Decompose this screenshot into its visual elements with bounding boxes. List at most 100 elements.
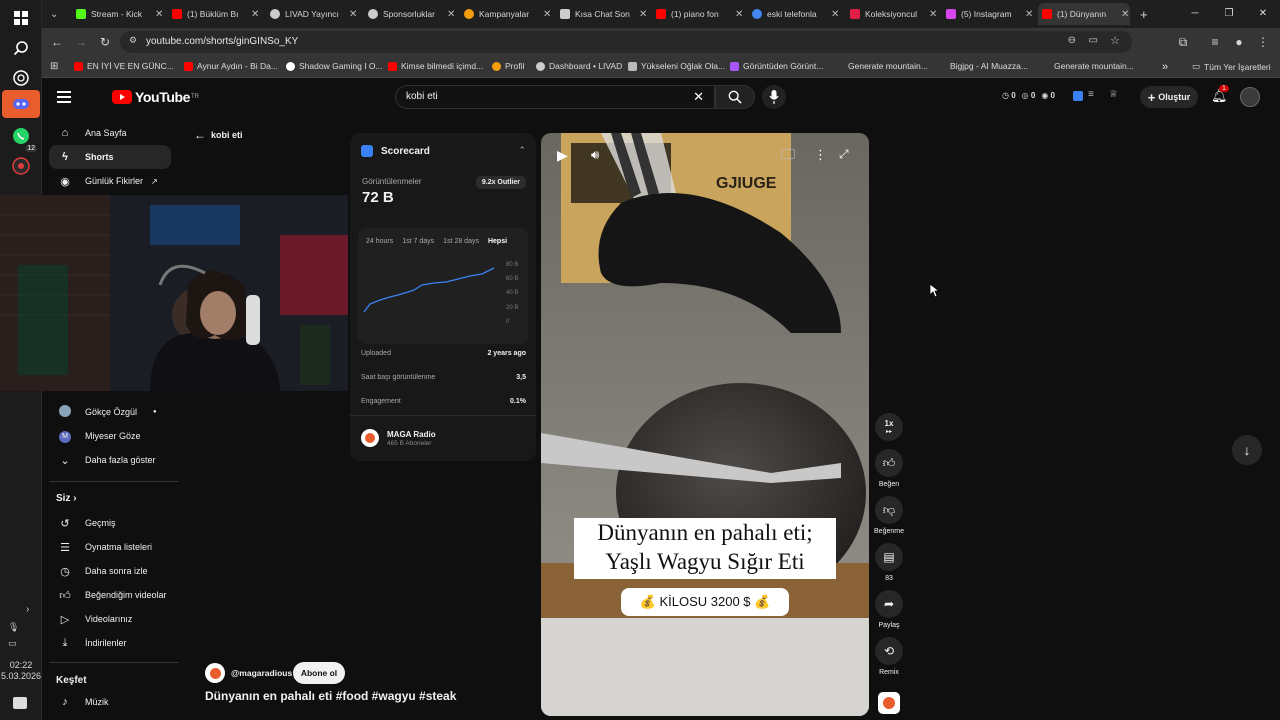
close-icon[interactable]: ✕ [447, 9, 455, 20]
filter-icon[interactable]: ≡ [1088, 89, 1094, 100]
sidebar-item-shorts[interactable]: ϟ Shorts [49, 145, 171, 169]
bookmark-item[interactable]: Yükseleni Oğlak Ola... [628, 61, 725, 71]
chrome-menu-icon[interactable]: ⋮ [1254, 33, 1272, 51]
range-28d[interactable]: 1st 28 days [443, 238, 479, 245]
voice-search-button[interactable] [762, 85, 786, 109]
video-title[interactable]: Dünyanın en pahalı eti #food #wagyu #ste… [205, 689, 456, 703]
close-icon[interactable]: ✕ [543, 9, 551, 20]
collapse-icon[interactable]: ⌃ [518, 145, 526, 156]
channel-avatar[interactable] [361, 429, 379, 447]
close-icon[interactable]: ✕ [929, 9, 937, 20]
tab-chat[interactable]: Kısa Chat Son ✕ [556, 3, 652, 25]
bookmarks-overflow-icon[interactable]: » [1162, 61, 1168, 73]
all-bookmarks[interactable]: ▭ Tüm Yer İşaretleri [1192, 61, 1271, 72]
forward-icon[interactable]: → [72, 33, 90, 51]
address-bar[interactable]: ⚙ youtube.com/shorts/ginGINSo_KY ⊖ ▭ ☆ [120, 31, 1132, 53]
close-icon[interactable]: ✕ [735, 9, 743, 20]
more-options-icon[interactable]: ⋮ [814, 147, 827, 163]
extensions-icon[interactable]: ⧉ [1174, 33, 1192, 51]
sidebar-item-downloads[interactable]: ⤓ İndirilenler [49, 631, 171, 655]
tab-instagram[interactable]: (5) Instagram ✕ [942, 3, 1038, 25]
channel-handle[interactable]: @magaradious [231, 668, 292, 678]
remix-button[interactable]: ⟲ Remix [874, 637, 904, 676]
sidebar-you-header[interactable]: Siz › [56, 493, 77, 504]
monitor-tray-icon[interactable]: ▭ [8, 638, 17, 649]
zoom-icon[interactable]: ⊖ [1068, 35, 1076, 46]
bookmark-star-icon[interactable]: ☆ [1110, 34, 1120, 47]
restore-icon[interactable]: ❐ [1212, 0, 1246, 28]
channel-avatar[interactable] [205, 663, 225, 683]
tab-sponsorships[interactable]: Sponsorluklar ✕ [364, 3, 460, 25]
bookmark-item[interactable]: Generate mountain... [848, 61, 928, 71]
close-window-icon[interactable]: ✕ [1246, 0, 1280, 28]
sidebar-item-watch-later[interactable]: ◷ Daha sonra izle [49, 559, 171, 583]
tab-youtube-1[interactable]: (1) Büklüm Bı ✕ [168, 3, 264, 25]
sidebar-item-home[interactable]: ⌂ Ana Sayfa [49, 121, 171, 145]
range-7d[interactable]: 1st 7 days [402, 238, 434, 245]
bookmark-item[interactable]: Bigjpg - AI Muazza... [950, 61, 1028, 71]
tab-search-icon[interactable]: ⌄ [46, 3, 66, 25]
sidebar-item-daily[interactable]: ◉ Günlük Fikirler ↗ [49, 169, 171, 193]
range-24h[interactable]: 24 hours [366, 238, 393, 245]
tab-youtube-2[interactable]: (1) piano fon ✕ [652, 3, 748, 25]
bookmark-item[interactable]: Görüntüden Görünt... [730, 61, 823, 71]
search-bar[interactable]: kobi eti ✕ [395, 85, 715, 109]
bookmark-item[interactable]: Aynur Aydın - Bi Da... [184, 61, 278, 71]
windows-start-icon[interactable] [7, 4, 35, 32]
account-avatar[interactable] [1240, 87, 1260, 107]
whatsapp-icon[interactable]: 12 [7, 122, 37, 152]
channel-name[interactable]: MAGA Radio [387, 430, 436, 439]
tab-google[interactable]: eski telefonla ✕ [748, 3, 844, 25]
volume-icon[interactable]: 🔊︎ [591, 147, 599, 163]
mic-tray-icon[interactable]: 🎙 [8, 622, 19, 633]
close-icon[interactable]: ✕ [349, 9, 357, 20]
sound-thumbnail[interactable] [878, 692, 900, 714]
back-to-search[interactable]: ← kobi eti [194, 128, 243, 142]
minimize-icon[interactable]: ─ [1178, 0, 1212, 28]
profile-avatar-icon[interactable]: ● [1230, 33, 1248, 51]
hamburger-menu-icon[interactable] [57, 91, 71, 103]
new-tab-button[interactable]: + [1136, 3, 1152, 25]
site-info-icon[interactable]: ⚙ [129, 35, 137, 46]
close-icon[interactable]: ✕ [639, 9, 647, 20]
vidiq-icon[interactable] [1073, 91, 1083, 101]
sidebar-item-music[interactable]: ♪ Müzik [49, 690, 171, 714]
close-icon[interactable]: ✕ [155, 9, 163, 20]
tab-campaigns[interactable]: Kampanyalar ✕ [460, 3, 556, 25]
range-all[interactable]: Hepsi [488, 238, 507, 245]
play-button[interactable]: ▶ [557, 147, 568, 164]
fullscreen-icon[interactable]: ⤢ [839, 147, 849, 162]
close-icon[interactable]: ✕ [1025, 9, 1033, 20]
notifications-bell-icon[interactable]: 🔔︎ 1 [1211, 85, 1229, 104]
bookmark-item[interactable]: Generate mountain... [1054, 61, 1134, 71]
next-video-button[interactable]: ↓ [1232, 435, 1262, 465]
sidebar-item-subscription[interactable]: Gökçe Özgül ● [49, 400, 171, 424]
bookmark-item[interactable]: Shadow Gaming I O... [286, 61, 383, 71]
close-icon[interactable]: ✕ [831, 9, 839, 20]
discord-app-icon[interactable] [2, 90, 40, 118]
like-button[interactable]: 👍︎ Beğen [874, 449, 904, 488]
media-icon[interactable]: ≡ [1206, 33, 1224, 51]
bookmark-item[interactable]: Profil [492, 61, 524, 71]
notification-icon[interactable] [13, 697, 27, 709]
tab-youtube-active[interactable]: (1) Dünyanın ✕ [1038, 3, 1130, 25]
sidebar-item-liked[interactable]: 👍︎ Beğendiğim videolar [49, 583, 171, 607]
close-icon[interactable]: ✕ [251, 9, 259, 20]
extension-counters[interactable]: ◷ 0 ◎ 0 ◉ 0 [1002, 91, 1055, 100]
sidebar-show-more[interactable]: ⌄ Daha fazla göster [49, 448, 171, 472]
sidebar-item-history[interactable]: ↺ Geçmiş [49, 511, 171, 535]
tab-koleksiyon[interactable]: Koleksiyoncul ✕ [846, 3, 942, 25]
cast-icon[interactable]: ▭ [1089, 35, 1098, 46]
apps-grid-icon[interactable]: ⊞ [50, 61, 58, 72]
sidebar-item-your-videos[interactable]: ▷ Videolarınız [49, 607, 171, 631]
sidebar-item-playlists[interactable]: ☰ Oynatma listeleri [49, 535, 171, 559]
playback-speed-button[interactable]: 1x ▸▸ [874, 413, 904, 441]
share-button[interactable]: ➦ Paylaş [874, 590, 904, 629]
trophy-icon[interactable]: ♕ [1109, 89, 1118, 100]
taskbar-clock[interactable]: 02:22 5.03.2026 [0, 660, 42, 682]
dislike-button[interactable]: 👎︎ Beğenme [874, 496, 904, 535]
taskbar-chevron-icon[interactable]: › [26, 604, 29, 615]
search-icon[interactable] [7, 34, 35, 62]
tab-kick[interactable]: Stream - Kick ✕ [72, 3, 164, 25]
reload-icon[interactable]: ↻ [96, 33, 114, 51]
